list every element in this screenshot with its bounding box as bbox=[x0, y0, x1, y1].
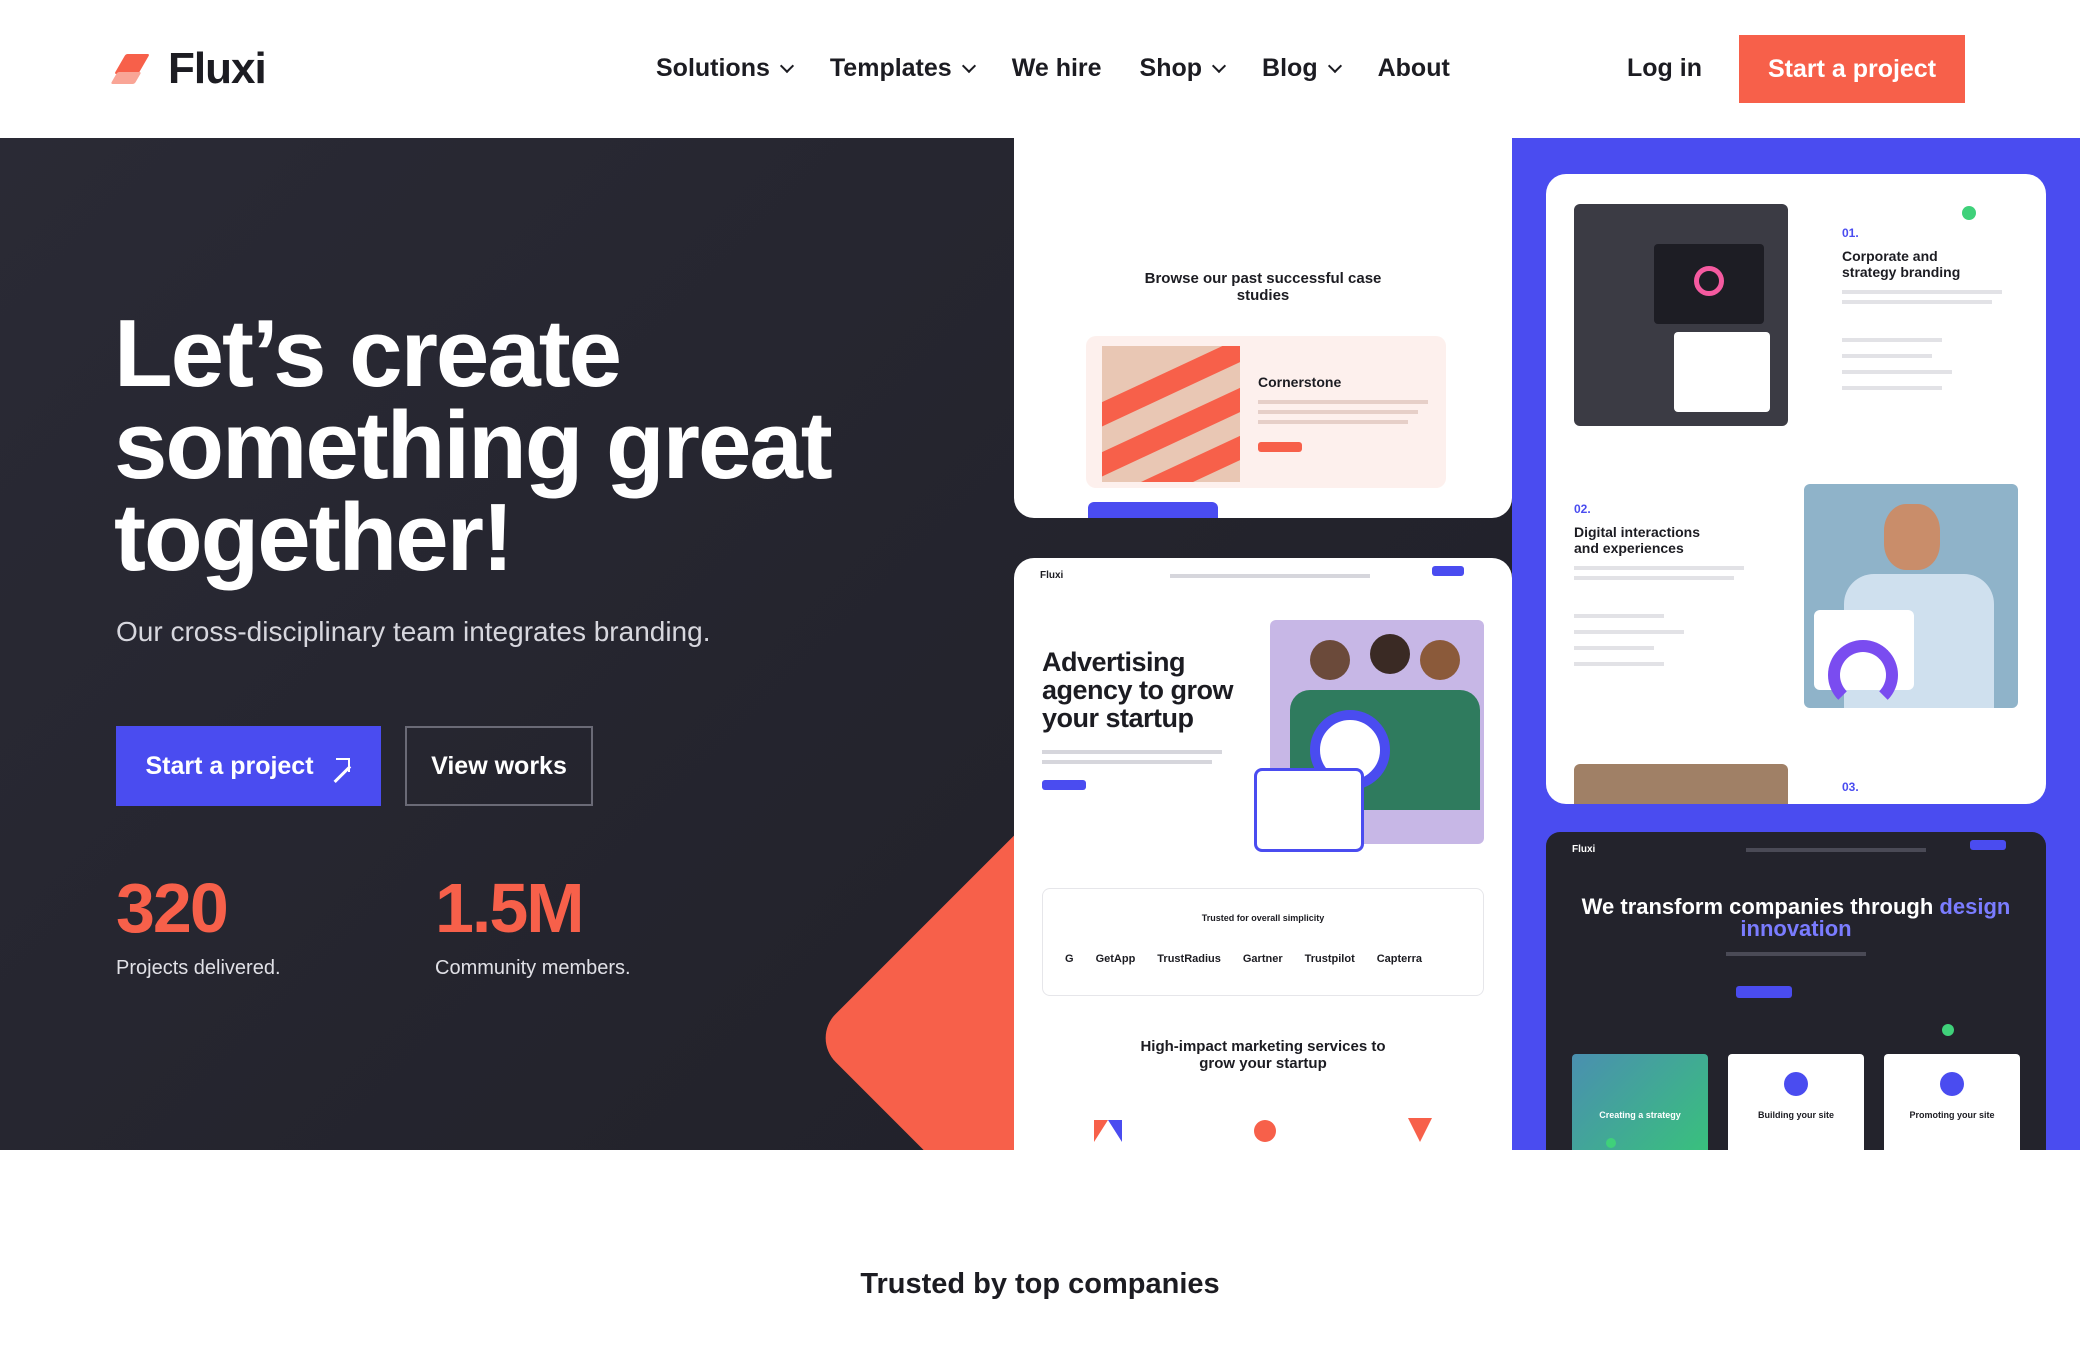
logo-mark-icon bbox=[114, 48, 154, 90]
service-title: Digital interactions and experiences bbox=[1574, 524, 1701, 556]
preview-case-card: Cornerstone bbox=[1086, 336, 1446, 488]
menu-item-shop[interactable]: Shop bbox=[1139, 54, 1227, 83]
menu-label: Shop bbox=[1139, 54, 1203, 82]
decorative-dot bbox=[1942, 1024, 1954, 1036]
stat-value: 320 bbox=[116, 869, 229, 947]
menu-label: About bbox=[1377, 54, 1450, 82]
logo-trustpilot: Trustpilot bbox=[1304, 953, 1355, 965]
preview-advertising-title: Advertising agency to grow your startup bbox=[1042, 647, 1234, 733]
menu-label: Blog bbox=[1262, 54, 1318, 82]
preview-button bbox=[1432, 566, 1464, 576]
start-project-nav-button[interactable]: Start a project bbox=[1739, 35, 1965, 103]
logo-capterra: Capterra bbox=[1376, 953, 1422, 965]
service-title: Corporate and strategy branding bbox=[1842, 248, 1961, 280]
decorative-dot bbox=[1962, 206, 1976, 220]
menu-label: We hire bbox=[1011, 54, 1102, 82]
chevron-down-icon bbox=[779, 58, 794, 73]
stat-community: 1.5M Community members. bbox=[435, 873, 631, 980]
feature-label: Building your site bbox=[1757, 1110, 1834, 1120]
preview-case-title: Cornerstone bbox=[1258, 374, 1342, 390]
preview-button bbox=[1736, 986, 1792, 998]
menu-item-solutions[interactable]: Solutions bbox=[656, 54, 794, 83]
decorative-dot bbox=[1606, 1138, 1616, 1148]
preview-feature-card: Building your site bbox=[1728, 1054, 1864, 1150]
chevron-down-icon bbox=[961, 58, 976, 73]
service-num: 01. bbox=[1842, 226, 1859, 240]
preview-card-transform: Fluxi We transform companies through des… bbox=[1546, 832, 2046, 1150]
preview-button bbox=[1258, 442, 1302, 452]
preview-card-case-studies: Browse our past successful case studies … bbox=[1014, 138, 1512, 518]
preview-card-services: 01. Corporate and strategy branding 02. … bbox=[1546, 174, 2046, 804]
preview-photo bbox=[1102, 346, 1240, 482]
logo-gartner: Gartner bbox=[1242, 953, 1283, 965]
preview-feature-card: Creating a strategy bbox=[1572, 1054, 1708, 1150]
preview-services-title: High-impact marketing services to grow y… bbox=[1140, 1038, 1386, 1072]
feature-label: Creating a strategy bbox=[1599, 1110, 1681, 1120]
preview-button bbox=[1970, 840, 2006, 850]
service-num: 02. bbox=[1574, 502, 1591, 516]
stat-label: Projects delivered. bbox=[116, 957, 281, 979]
preview-trusted-box: Trusted for overall simplicity G GetApp … bbox=[1042, 888, 1484, 996]
preview-button bbox=[1042, 780, 1086, 790]
main-menu: Solutions Templates We hire Shop Blog Ab… bbox=[656, 54, 1488, 83]
preview-feature-card: Promoting your site bbox=[1884, 1054, 2020, 1150]
service-num: 03. bbox=[1842, 780, 1859, 794]
menu-item-about[interactable]: About bbox=[1378, 54, 1450, 83]
brand-name: Fluxi bbox=[168, 44, 267, 93]
button-label: Start a project bbox=[145, 751, 314, 780]
menu-item-we-hire[interactable]: We hire bbox=[1012, 54, 1102, 83]
menu-item-blog[interactable]: Blog bbox=[1262, 54, 1342, 83]
trusted-heading: Trusted by top companies bbox=[860, 1268, 1220, 1300]
brand-logo[interactable]: Fluxi bbox=[114, 44, 267, 94]
hero-section: Let’s create something great together! O… bbox=[0, 138, 2080, 1150]
preview-trusted-label: Trusted for overall simplicity bbox=[1201, 913, 1325, 923]
preview-brand: Fluxi bbox=[1572, 844, 1596, 855]
preview-card-advertising: Fluxi Advertising agency to grow your st… bbox=[1014, 558, 1512, 1150]
logo-getapp: GetApp bbox=[1095, 953, 1136, 965]
menu-label: Solutions bbox=[656, 54, 770, 82]
preview-laptop-photo bbox=[1574, 204, 1788, 426]
logo-g: G bbox=[1065, 953, 1074, 965]
hero-title: Let’s create something great together! bbox=[114, 300, 833, 591]
start-project-button[interactable]: Start a project bbox=[116, 726, 381, 806]
view-works-button[interactable]: View works bbox=[405, 726, 593, 806]
login-link[interactable]: Log in bbox=[1627, 54, 1702, 83]
menu-item-templates[interactable]: Templates bbox=[829, 54, 976, 83]
preview-case-studies-title: Browse our past successful case studies bbox=[1144, 270, 1382, 304]
stat-label: Community members. bbox=[435, 957, 631, 979]
chevron-down-icon bbox=[1327, 58, 1342, 73]
logo-trustradius: TrustRadius bbox=[1157, 953, 1221, 965]
arrow-up-right-icon bbox=[332, 756, 352, 776]
feature-label: Promoting your site bbox=[1909, 1110, 1995, 1120]
top-navigation: Fluxi Solutions Templates We hire Shop B… bbox=[0, 0, 2080, 138]
stat-projects: 320 Projects delivered. bbox=[116, 873, 281, 980]
stat-value: 1.5M bbox=[435, 869, 585, 947]
preview-man-photo bbox=[1804, 484, 2018, 708]
hero-subtitle: Our cross-disciplinary team integrates b… bbox=[116, 616, 711, 647]
menu-label: Templates bbox=[829, 54, 952, 82]
preview-transform-title: We transform companies through design in… bbox=[1546, 896, 2046, 940]
preview-brand: Fluxi bbox=[1040, 570, 1064, 581]
chevron-down-icon bbox=[1211, 58, 1227, 73]
